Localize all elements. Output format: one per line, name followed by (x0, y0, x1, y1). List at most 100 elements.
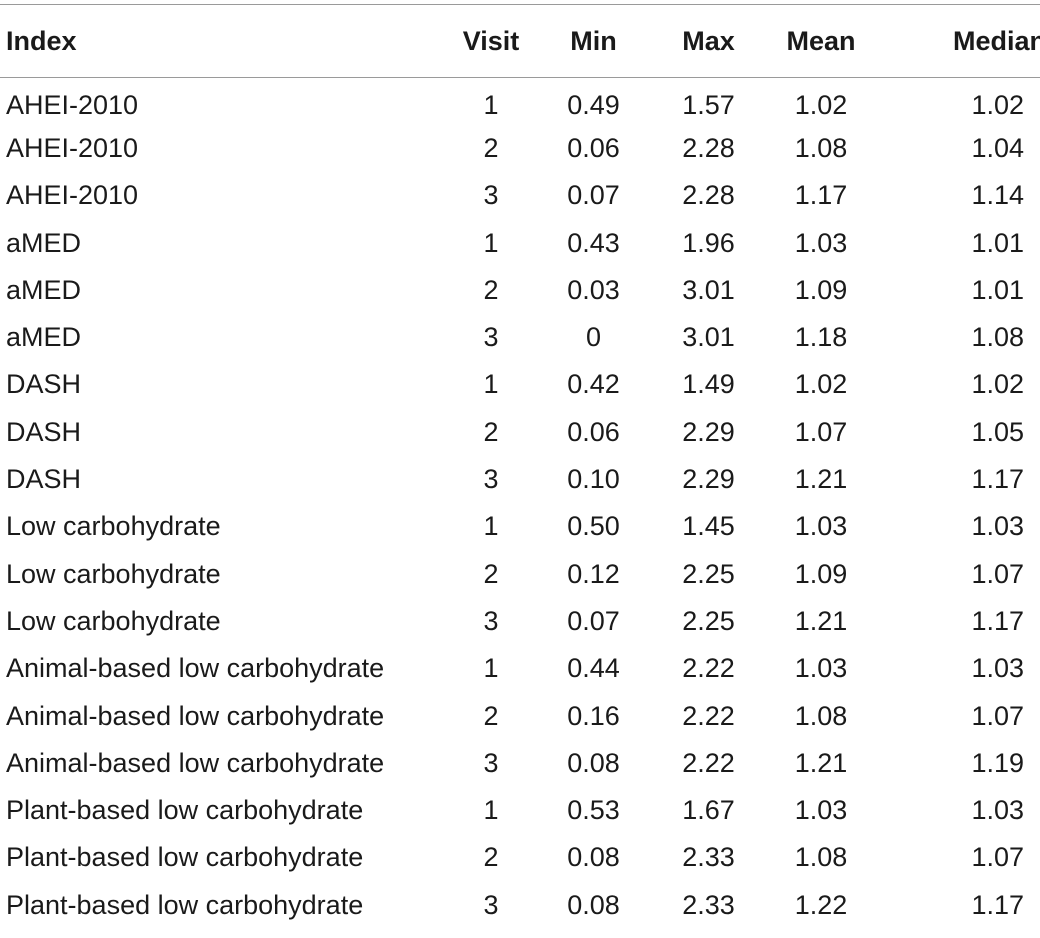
cell-max: 1.67 (682, 795, 735, 826)
table-body: AHEI-2010 1 0.49 1.57 1.02 1.02 AHEI-2010 2 0.06… (0, 78, 1040, 929)
table-row: Low carbohydrate 3 0.07 2.25 1.21 1.17 (0, 598, 1040, 645)
cell-visit: 2 (483, 842, 499, 873)
table-row: DASH 3 0.10 2.29 1.21 1.17 (0, 456, 1040, 503)
table-row: DASH 2 0.06 2.29 1.07 1.05 (0, 409, 1040, 456)
cell-index: aMED (6, 227, 82, 258)
data-table: Index Visit Min Max Mean Median AHEI-201… (0, 4, 1040, 929)
cell-median: 1.07 (971, 842, 1024, 873)
cell-index: Low carbohydrate (6, 558, 221, 589)
table-header: Index Visit Min Max Mean Median (0, 4, 1040, 78)
cell-median: 1.03 (971, 795, 1024, 826)
table-row: Animal-based low carbohydrate 3 0.08 2.22 1.… (0, 740, 1040, 787)
cell-min: 0.16 (567, 700, 620, 731)
cell-median: 1.08 (971, 322, 1024, 353)
cell-mean: 1.21 (794, 747, 848, 778)
cell-mean: 1.22 (794, 889, 848, 920)
cell-median: 1.01 (971, 227, 1024, 258)
cell-visit: 3 (483, 180, 499, 211)
cell-visit: 3 (483, 747, 499, 778)
cell-index: AHEI-2010 (6, 180, 139, 211)
cell-visit: 2 (483, 700, 499, 731)
cell-min: 0.07 (567, 605, 620, 636)
cell-visit: 1 (483, 795, 499, 826)
table-row: Animal-based low carbohydrate 2 0.16 2.22 1.… (0, 692, 1040, 739)
cell-index: Low carbohydrate (6, 605, 221, 636)
cell-max: 1.49 (682, 369, 735, 400)
cell-max: 2.22 (682, 700, 735, 731)
cell-visit: 2 (483, 558, 499, 589)
cell-max: 2.28 (682, 180, 735, 211)
cell-mean: 1.21 (794, 464, 848, 495)
cell-min: 0.44 (567, 653, 620, 684)
cell-mean: 1.02 (794, 89, 848, 120)
cell-mean: 1.03 (794, 227, 848, 258)
cell-min: 0.06 (567, 416, 620, 447)
cell-min: 0.07 (567, 180, 620, 211)
cell-max: 2.29 (682, 464, 735, 495)
cell-min: 0.42 (567, 369, 620, 400)
cell-min: 0.50 (567, 511, 620, 542)
cell-mean: 1.21 (794, 605, 848, 636)
cell-visit: 1 (483, 369, 499, 400)
table-row: aMED 1 0.43 1.96 1.03 1.01 (0, 219, 1040, 266)
header-index: Index (0, 4, 446, 78)
cell-index: Plant-based low carbohydrate (6, 889, 364, 920)
cell-visit: 1 (483, 511, 499, 542)
cell-median: 1.03 (971, 511, 1024, 542)
cell-index: DASH (6, 464, 82, 495)
header-min: Min (536, 4, 651, 78)
cell-min: 0.08 (567, 842, 620, 873)
cell-index: Low carbohydrate (6, 511, 221, 542)
cell-mean: 1.02 (794, 369, 848, 400)
cell-index: Animal-based low carbohydrate (6, 700, 385, 731)
cell-median: 1.05 (971, 416, 1024, 447)
cell-visit: 3 (483, 322, 499, 353)
cell-index: Plant-based low carbohydrate (6, 795, 364, 826)
cell-index: aMED (6, 274, 82, 305)
cell-mean: 1.18 (794, 322, 848, 353)
cell-min: 0.53 (567, 795, 620, 826)
cell-max: 2.28 (682, 132, 735, 163)
cell-visit: 2 (483, 416, 499, 447)
cell-visit: 2 (483, 274, 499, 305)
cell-median: 1.17 (971, 889, 1024, 920)
table-row: Plant-based low carbohydrate 1 0.53 1.67 1.0… (0, 787, 1040, 834)
cell-mean: 1.09 (794, 274, 848, 305)
table-row: Low carbohydrate 1 0.50 1.45 1.03 1.03 (0, 503, 1040, 550)
cell-mean: 1.03 (794, 511, 848, 542)
table-row: Animal-based low carbohydrate 1 0.44 2.22 1.… (0, 645, 1040, 692)
cell-visit: 1 (483, 227, 499, 258)
cell-index: aMED (6, 322, 82, 353)
cell-max: 2.33 (682, 842, 735, 873)
cell-max: 2.25 (682, 558, 735, 589)
table-row: DASH 1 0.42 1.49 1.02 1.02 (0, 361, 1040, 408)
header-max: Max (651, 4, 766, 78)
cell-mean: 1.07 (794, 416, 848, 447)
cell-min: 0.10 (567, 464, 620, 495)
cell-min: 0.08 (567, 747, 620, 778)
header-median: Median (876, 4, 1040, 78)
cell-index: AHEI-2010 (6, 132, 139, 163)
header-mean: Mean (766, 4, 876, 78)
cell-max: 2.25 (682, 605, 735, 636)
cell-visit: 2 (483, 132, 499, 163)
cell-mean: 1.08 (794, 132, 848, 163)
cell-median: 1.14 (971, 180, 1024, 211)
header-row: Index Visit Min Max Mean Median (0, 4, 1040, 78)
cell-max: 3.01 (682, 274, 735, 305)
cell-median: 1.17 (971, 464, 1024, 495)
cell-min: 0.03 (567, 274, 620, 305)
cell-min: 0.49 (567, 89, 620, 120)
cell-max: 1.96 (682, 227, 735, 258)
cell-median: 1.19 (971, 747, 1024, 778)
cell-min: 0.06 (567, 132, 620, 163)
table-row: aMED 2 0.03 3.01 1.09 1.01 (0, 267, 1040, 314)
cell-mean: 1.08 (794, 842, 848, 873)
cell-mean: 1.09 (794, 558, 848, 589)
cell-max: 2.29 (682, 416, 735, 447)
table-row: Plant-based low carbohydrate 3 0.08 2.33 1.2… (0, 882, 1040, 929)
cell-max: 1.57 (682, 89, 735, 120)
cell-visit: 3 (483, 464, 499, 495)
cell-max: 2.22 (682, 653, 735, 684)
table-row: AHEI-2010 3 0.07 2.28 1.17 1.14 (0, 172, 1040, 219)
